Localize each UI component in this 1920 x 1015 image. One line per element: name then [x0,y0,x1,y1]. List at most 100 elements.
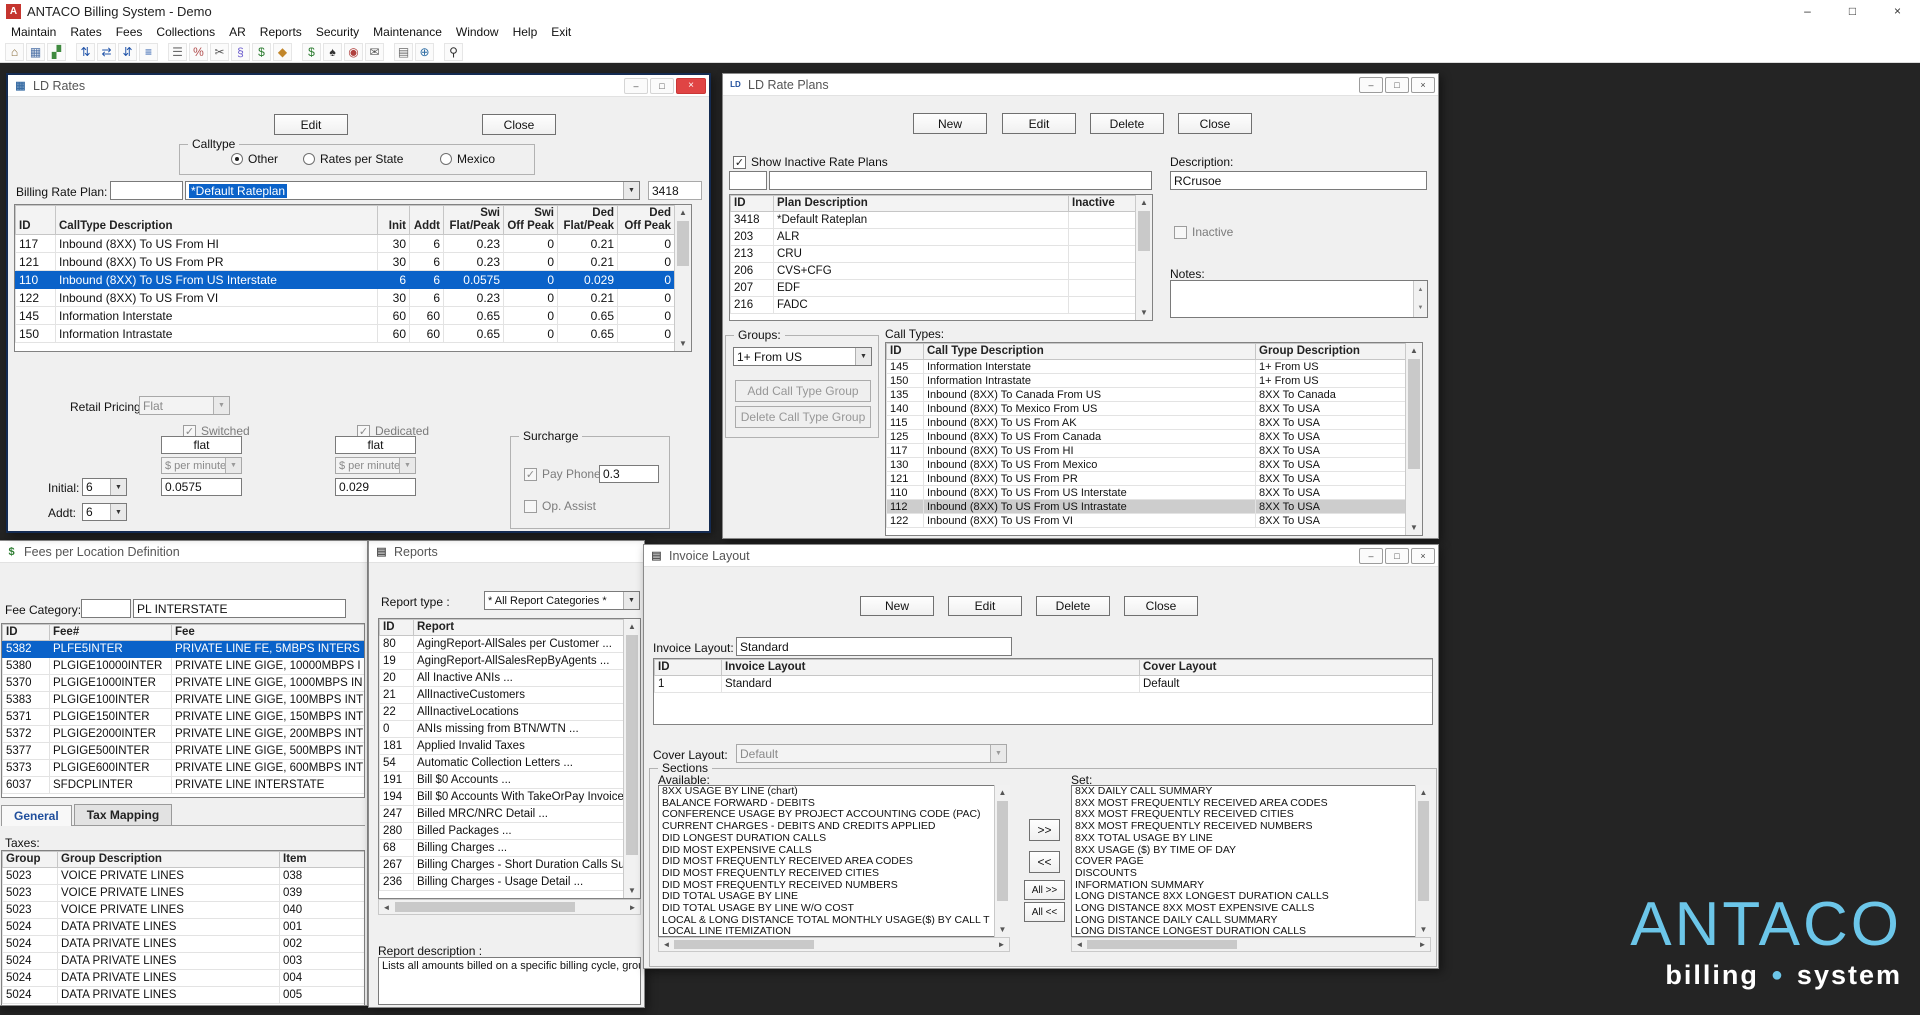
table-row[interactable]: 122Inbound (8XX) To US From VI8XX To USA [887,514,1406,528]
rate-export-icon[interactable]: ⇵ [118,43,137,61]
table-row[interactable]: 117Inbound (8XX) To US From HI8XX To USA [887,444,1406,458]
notes-textarea[interactable]: ▲ ▼ [1170,280,1428,318]
op-assist-checkbox[interactable]: Op. Assist [524,499,596,513]
billing-rate-plan-filter-input[interactable] [110,181,183,200]
table-row[interactable]: 54Automatic Collection Letters ... [380,755,625,772]
edit-button[interactable]: Edit [274,114,348,135]
cover-layout-combo[interactable]: Default ▼ [736,744,1007,763]
money-icon[interactable]: $ [252,43,271,61]
switched-initial-rate-field[interactable]: 0.0575 [161,478,242,496]
table-row[interactable]: 5382PLFE5INTERPRIVATE LINE FE, 5MBPS INT… [3,641,365,658]
dollar-icon[interactable]: $ [302,43,321,61]
table-row[interactable]: 5377PLGIGE500INTERPRIVATE LINE GIGE, 500… [3,743,365,760]
chevron-down-icon[interactable]: ▼ [990,745,1006,762]
table-row[interactable]: 1StandardDefault [655,676,1433,693]
table-row[interactable]: 121Inbound (8XX) To US From PR3060.2300.… [16,253,675,271]
table-row[interactable]: 110Inbound (8XX) To US From US Interstat… [16,271,675,289]
table-row[interactable]: 21AllInactiveCustomers [380,687,625,704]
rates-table-icon[interactable]: ▦ [26,43,45,61]
table-row[interactable]: 5371PLGIGE150INTERPRIVATE LINE GIGE, 150… [3,709,365,726]
close-button[interactable]: Close [1124,596,1198,616]
minimize-icon[interactable]: – [624,78,648,94]
pay-phone-checkbox[interactable]: ✓ Pay Phone [524,467,601,481]
usage-graph-icon[interactable]: ▞ [47,43,66,61]
chevron-down-icon[interactable]: ▼ [213,397,229,414]
taxes-icon[interactable]: § [231,43,250,61]
radio-mexico[interactable]: Mexico [440,152,495,166]
list-item[interactable]: LONG DISTANCE LONGEST DURATION CALLS [1072,926,1430,937]
table-row[interactable]: 191Bill $0 Accounts ... [380,772,625,789]
table-row[interactable]: 110Inbound (8XX) To US From US Interstat… [887,486,1406,500]
col-header[interactable]: Report [414,620,625,636]
menu-rates[interactable]: Rates [63,25,108,39]
locations-icon[interactable]: ⌂ [5,43,24,61]
table-row[interactable]: 5023VOICE PRIVATE LINES038 [3,868,365,885]
notes-scrollbar[interactable]: ▲ ▼ [1413,281,1427,317]
move-right-button[interactable]: >> [1029,819,1060,841]
list-item[interactable]: DID TOTAL USAGE BY LINE W/O COST [659,903,1009,915]
fee-category-code-input[interactable] [81,599,131,618]
vertical-scrollbar[interactable]: ▲ ▼ [994,785,1010,937]
scroll-thumb[interactable] [1418,801,1429,901]
table-row[interactable]: 5024DATA PRIVATE LINES005 [3,987,365,1004]
table-row[interactable]: 5024DATA PRIVATE LINES001 [3,919,365,936]
scroll-up-icon[interactable]: ▲ [1136,195,1152,210]
billing-rate-plan-combo[interactable]: *Default Rateplan ▼ [185,181,640,200]
menu-help[interactable]: Help [506,25,545,39]
close-icon[interactable]: × [1411,77,1435,93]
scroll-thumb[interactable] [395,902,575,912]
col-header[interactable]: Swi Off Peak [504,206,558,235]
inactive-checkbox[interactable]: Inactive [1174,225,1233,239]
col-header[interactable]: Call Type Description [924,344,1256,360]
scroll-thumb[interactable] [997,801,1008,901]
table-row[interactable]: 267Billing Charges - Short Duration Call… [380,857,625,874]
list-item[interactable]: 8XX USAGE BY LINE (chart) [659,786,1009,798]
col-header[interactable]: Plan Description [774,196,1069,212]
ld-rate-plans-titlebar[interactable]: LD LD Rate Plans – □ × [723,74,1438,96]
table-row[interactable]: 117Inbound (8XX) To US From HI3060.2300.… [16,235,675,253]
scroll-thumb[interactable] [1408,359,1420,469]
tab-tax-mapping[interactable]: Tax Mapping [74,804,172,825]
menu-security[interactable]: Security [309,25,366,39]
table-row[interactable]: 80AgingReport-AllSales per Customer ... [380,636,625,653]
col-header[interactable]: Cover Layout [1140,660,1433,676]
list-item[interactable]: DID LONGEST DURATION CALLS [659,833,1009,845]
col-header[interactable]: ID [380,620,414,636]
switched-unit-combo[interactable]: $ per minute ▼ [161,457,242,474]
add-call-type-group-button[interactable]: Add Call Type Group [735,380,871,402]
col-header[interactable]: Group Description [58,852,280,868]
plan-description-filter-input[interactable] [769,171,1152,190]
move-left-button[interactable]: << [1029,851,1060,873]
invoice-layout-input[interactable]: Standard [736,637,1012,656]
vertical-scrollbar[interactable]: ▲ ▼ [623,619,640,898]
scroll-right-icon[interactable]: ► [625,900,640,914]
menu-maintenance[interactable]: Maintenance [366,25,449,39]
rate-plans-icon[interactable]: ≡ [139,43,158,61]
scroll-right-icon[interactable]: ► [994,938,1009,951]
list-item[interactable]: DID MOST FREQUENTLY RECEIVED CITIES [659,868,1009,880]
scroll-down-icon[interactable]: ▼ [675,336,691,351]
table-row[interactable]: 5373PLGIGE600INTERPRIVATE LINE GIGE, 600… [3,760,365,777]
scroll-thumb[interactable] [674,940,814,949]
plan-id-filter-input[interactable] [729,171,767,190]
table-row[interactable]: 115Inbound (8XX) To US From AK8XX To USA [887,416,1406,430]
table-row[interactable]: 140Inbound (8XX) To Mexico From US8XX To… [887,402,1406,416]
table-row[interactable]: 181Applied Invalid Taxes [380,738,625,755]
scroll-up-icon[interactable]: ▲ [1406,343,1422,358]
chevron-down-icon[interactable]: ▼ [225,458,241,473]
dedicated-unit-combo[interactable]: $ per minute ▼ [335,457,416,474]
col-header[interactable]: ID [3,625,50,641]
table-row[interactable]: 112Inbound (8XX) To US From US Intrastat… [887,500,1406,514]
table-row[interactable]: 130Inbound (8XX) To US From Mexico8XX To… [887,458,1406,472]
menu-reports[interactable]: Reports [253,25,309,39]
list-item[interactable]: DISCOUNTS [1072,868,1430,880]
table-row[interactable]: 20All Inactive ANIs ... [380,670,625,687]
table-row[interactable]: 150Information Intrastate1+ From US [887,374,1406,388]
fee-category-input[interactable]: PL INTERSTATE [133,599,346,618]
scroll-thumb[interactable] [1138,211,1150,251]
packages-icon[interactable]: ◆ [273,43,292,61]
new-button[interactable]: New [913,113,987,134]
col-header[interactable]: Invoice Layout [722,660,1140,676]
table-row[interactable]: 5383PLGIGE100INTERPRIVATE LINE GIGE, 100… [3,692,365,709]
col-header[interactable]: Item [280,852,365,868]
